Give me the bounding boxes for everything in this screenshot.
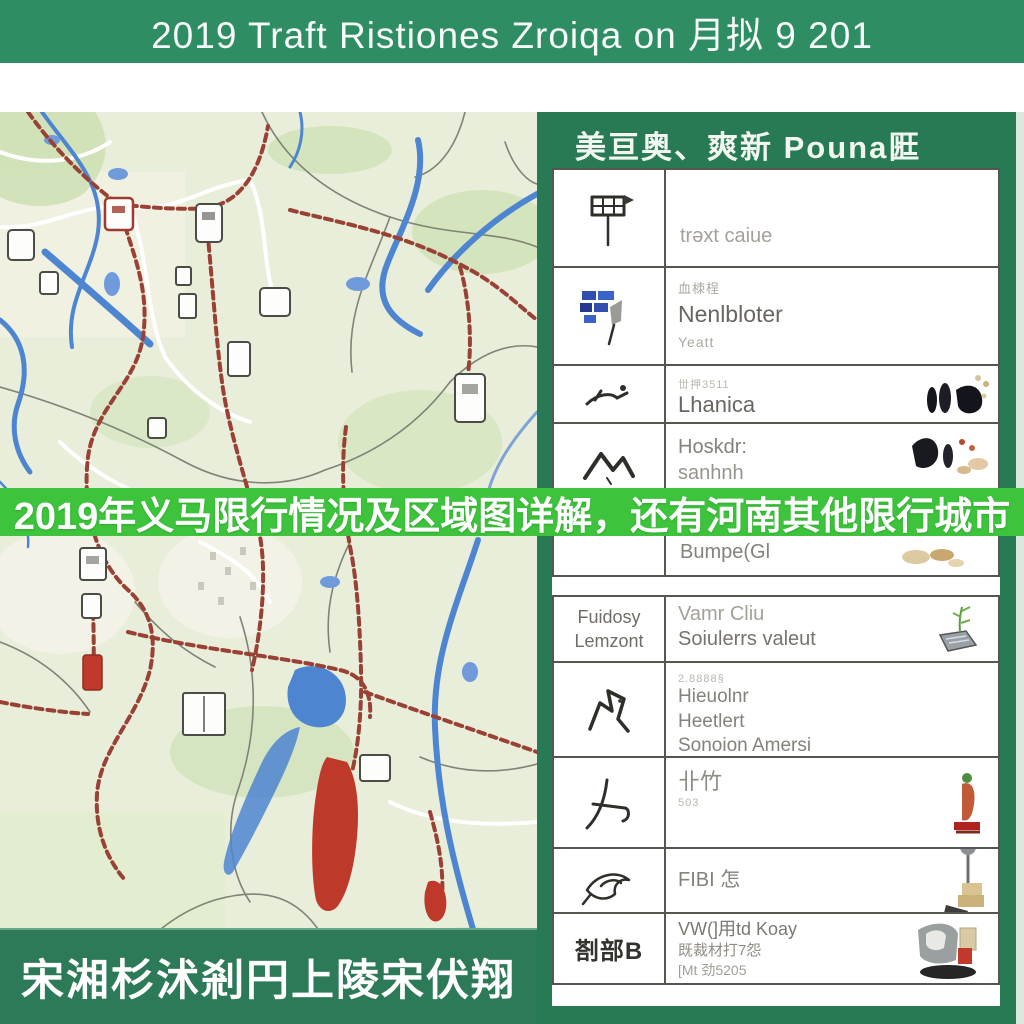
headline-banner: 2019年义马限行情况及区域图详解，还有河南其他限行城市 [0,488,1024,536]
horse-sketch-icon [578,677,640,743]
legend-row-gap [552,577,1000,597]
right-edge-strip [1016,112,1024,1024]
legend-row-6-subtop: 2.8888§ [678,673,986,685]
legend-row-9: 剳部B VW(]用td Koay 既裁材打7怨 [Mt 劲5205 [552,912,1000,985]
map-svg [0,112,537,1024]
legend-row-6-label3: Sonoion Amersi [678,734,986,756]
headline-text: 2019年义马限行情况及区域图详解，还有河南其他限行城市 [14,485,1011,540]
legend-panel: 美亘奥、爽新 Pouna匨 trǝxt caiue [537,112,1016,1024]
legend-row-1-label: trǝxt caiue [680,225,772,248]
legend-row-2-label: Nenlbloter [678,301,986,328]
plant-laptop-image [932,603,988,655]
legend-row-6: 2.8888§ Hieuolnr Heetlert Sonoion Amersi [552,661,1000,758]
legend-row-4-label3: Bumpe(Gl [680,539,770,565]
page: 2019 Traft Ristiones Zroiqa on 月拟 9 201 [0,0,1024,1024]
hanzi-glyph-icon: 剳部B [575,931,643,966]
legend-row-7: 卝竹 503 [552,756,1000,849]
legend-row-6-label2: Heetlert [678,710,986,735]
legend-row-1: trǝxt caiue [552,168,1000,268]
legend-row-3: 丗押3511 Lhanica [552,364,1000,424]
swimmer-sketch-icon [579,372,639,416]
lamp-image [938,849,990,912]
legend-row-2-subtop: 血栜桯 [678,278,986,297]
footer-banner-text: 宋湘杉沭剎円上陵宋伏翔 [21,946,516,1008]
legend-row-5-left2: Lemzont [574,629,643,653]
flag-sign-icon [578,183,640,253]
blue-blocks-icon [576,281,642,351]
stroke-sketch-icon [579,770,639,836]
legend-row-5-left1: Fuidosy [577,605,640,629]
legend-table: trǝxt caiue 血栜桯 [552,168,1000,1006]
beige-scribble-image [898,543,968,571]
footer-banner: 宋湘杉沭剎円上陵宋伏翔 [0,928,537,1024]
bird-sketch-icon [577,854,641,908]
top-banner: 2019 Traft Ristiones Zroiqa on 月拟 9 201 [0,0,1024,63]
truck-image [910,916,988,980]
horses-image [902,426,992,482]
figures-image [920,368,992,422]
legend-row-2-subbottom: Yeatt [678,334,986,350]
legend-row-7-sub: 503 [678,797,986,809]
legend-row-7-label: 卝竹 [678,768,986,797]
mountain-sketch-icon [577,438,641,486]
legend-row-2: 血栜桯 Nenlbloter Yeatt [552,266,1000,366]
legend-row-8: FIBI 怎 [552,847,1000,914]
legend-row-6-label: Hieuolnr [678,685,986,710]
legend-panel-title: 美亘奥、爽新 Pouna匨 [575,122,921,167]
city-map [0,112,537,1024]
top-banner-text: 2019 Traft Ristiones Zroiqa on 月拟 9 201 [151,5,873,59]
legend-row-5: Fuidosy Lemzont Vamr Cliu Soiulerrs vale… [552,595,1000,663]
statue-image [948,768,986,840]
